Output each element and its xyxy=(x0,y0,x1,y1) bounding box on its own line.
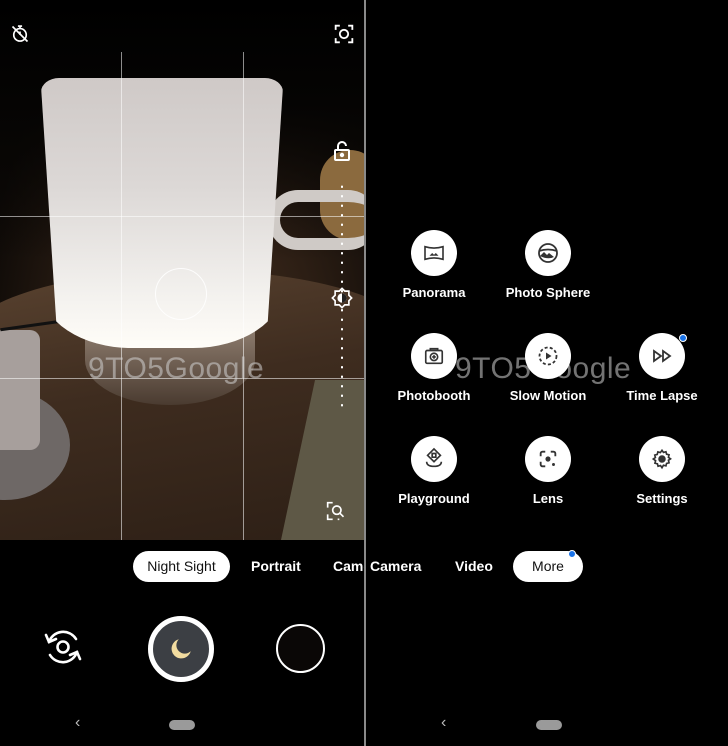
more-item-slow-motion[interactable]: Slow Motion xyxy=(498,333,598,403)
more-badge-dot xyxy=(568,550,576,558)
more-item-panorama[interactable]: Panorama xyxy=(384,230,484,300)
shutter-button[interactable] xyxy=(148,616,214,682)
zoom-search-icon[interactable] xyxy=(325,500,347,522)
more-item-time-lapse[interactable]: Time Lapse xyxy=(612,333,712,403)
focus-ring xyxy=(155,268,207,320)
more-item-settings[interactable]: Settings xyxy=(612,436,712,506)
slow-motion-icon xyxy=(538,346,558,366)
mode-portrait[interactable]: Portrait xyxy=(251,551,301,582)
more-item-lens[interactable]: Lens xyxy=(498,436,598,506)
photo-sphere-icon xyxy=(538,243,558,263)
camera-screen-left: 9TO5Google Night Sight Portrait Came xyxy=(0,0,364,746)
nav-home-button[interactable] xyxy=(169,720,195,730)
playground-icon xyxy=(425,447,443,468)
scene-mug xyxy=(0,330,40,450)
panorama-icon xyxy=(424,245,444,261)
lens-icon xyxy=(539,450,557,468)
lock-open-icon[interactable] xyxy=(332,140,352,162)
mode-camera[interactable]: Camera xyxy=(370,551,421,582)
viewfinder[interactable]: 9TO5Google xyxy=(0,0,364,540)
scene-headphones xyxy=(268,190,364,250)
screen-capture-icon[interactable] xyxy=(332,22,356,46)
grid-line xyxy=(121,52,122,540)
time-lapse-icon xyxy=(653,349,672,363)
timer-off-icon[interactable] xyxy=(8,22,32,46)
more-item-photo-sphere[interactable]: Photo Sphere xyxy=(498,230,598,300)
grid-line xyxy=(243,52,244,540)
more-item-photobooth[interactable]: Photobooth xyxy=(384,333,484,403)
new-badge-dot xyxy=(679,334,687,342)
switch-camera-icon[interactable] xyxy=(40,624,86,670)
mode-camera-partial[interactable]: Came xyxy=(333,551,364,582)
brightness-icon[interactable] xyxy=(331,287,353,309)
gallery-thumbnail[interactable] xyxy=(276,624,325,673)
moon-icon xyxy=(171,639,191,659)
more-item-playground[interactable]: Playground xyxy=(384,436,484,506)
watermark: 9TO5Google xyxy=(88,352,265,385)
nav-home-button[interactable] xyxy=(536,720,562,730)
mode-night-sight[interactable]: Night Sight xyxy=(133,551,230,582)
grid-line xyxy=(0,216,364,217)
nav-back-button[interactable]: ‹ xyxy=(75,714,80,732)
settings-icon xyxy=(651,448,672,470)
photobooth-icon xyxy=(424,347,444,365)
mode-video[interactable]: Video xyxy=(455,551,493,582)
nav-back-button[interactable]: ‹ xyxy=(441,714,446,732)
camera-screen-right: 9TO5Google Panorama Photo Sphere Photobo… xyxy=(366,0,728,746)
